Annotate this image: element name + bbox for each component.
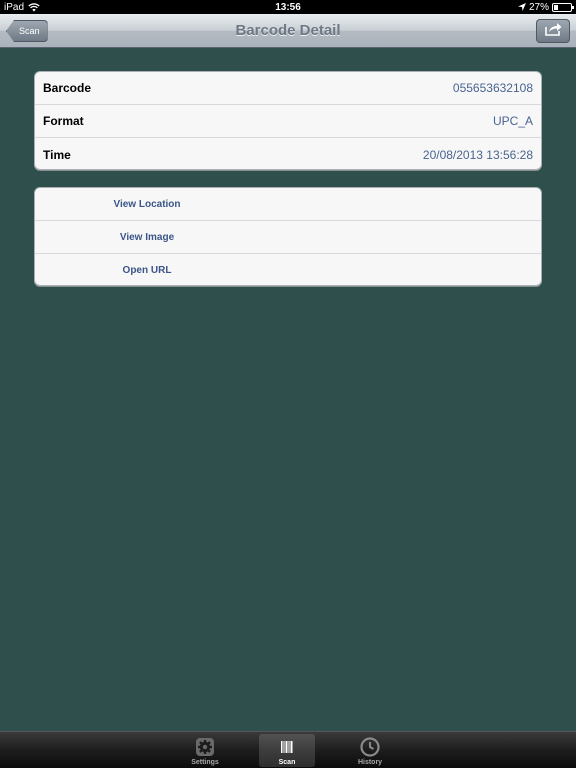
back-button[interactable]: Scan <box>6 20 48 42</box>
open-url-button[interactable]: Open URL <box>35 254 541 285</box>
status-time: 13:56 <box>275 1 301 13</box>
detail-row-time: Time 20/08/2013 13:56:28 <box>35 138 541 169</box>
barcode-detail-table: Barcode 055653632108 Format UPC_A Time 2… <box>34 71 542 170</box>
detail-value: UPC_A <box>492 114 533 128</box>
detail-row-format: Format UPC_A <box>35 105 541 138</box>
device-name: iPad <box>4 1 25 13</box>
battery-percent: 27% <box>528 1 549 13</box>
tab-label: Settings <box>191 759 219 766</box>
view-image-button[interactable]: View Image <box>35 221 541 254</box>
tab-label: History <box>357 759 383 766</box>
share-button[interactable] <box>536 19 570 43</box>
action-label: Open URL <box>122 265 172 276</box>
actions-table: View Location View Image Open URL <box>34 187 542 286</box>
tab-bar: Settings Scan History <box>0 731 576 768</box>
action-label: View Image <box>119 231 175 243</box>
detail-label: Time <box>43 147 71 162</box>
detail-label: Format <box>43 114 84 128</box>
tab-label: Scan <box>278 759 296 766</box>
tab-scan[interactable]: Scan <box>259 734 315 767</box>
detail-label: Barcode <box>43 81 92 95</box>
detail-row-barcode: Barcode 055653632108 <box>35 72 541 105</box>
detail-value: 20/08/2013 13:56:28 <box>422 147 533 162</box>
status-left: iPad <box>4 2 40 13</box>
page-title: Barcode Detail <box>235 22 341 39</box>
share-icon <box>544 22 562 41</box>
barcode-icon <box>277 737 297 757</box>
action-label: View Location <box>113 198 181 210</box>
navigation-bar: Scan Barcode Detail <box>0 14 576 48</box>
gear-icon <box>195 737 215 757</box>
tab-history[interactable]: History <box>342 734 398 767</box>
location-arrow-icon <box>517 3 526 11</box>
status-bar: iPad 13:56 27% <box>0 0 576 14</box>
status-right: 27% <box>517 1 574 13</box>
battery-level <box>554 4 558 10</box>
battery-icon <box>552 2 574 12</box>
detail-value: 055653632108 <box>452 81 533 95</box>
tab-settings[interactable]: Settings <box>177 734 233 767</box>
view-location-button[interactable]: View Location <box>35 188 541 221</box>
wifi-icon <box>28 2 40 12</box>
clock-icon <box>360 737 380 757</box>
